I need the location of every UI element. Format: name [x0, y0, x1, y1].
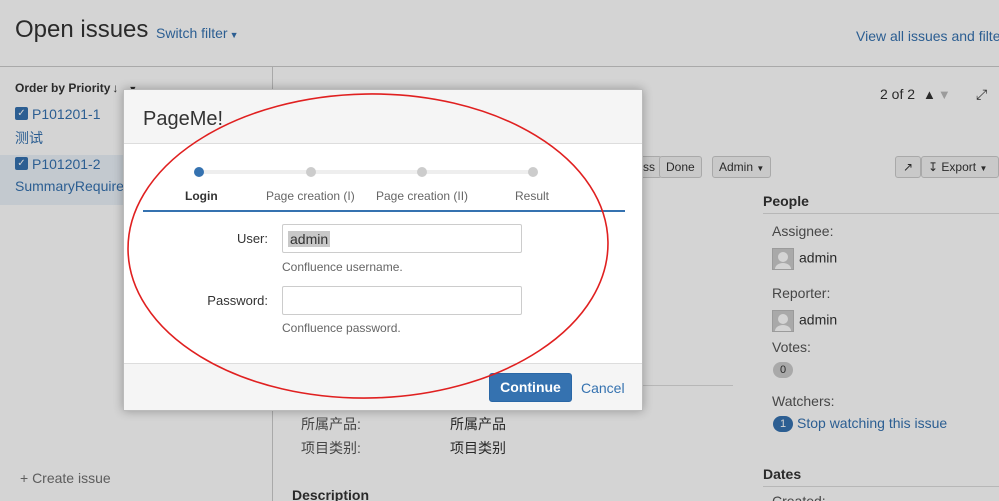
user-input[interactable]: admin — [282, 224, 522, 253]
continue-button[interactable]: Continue — [489, 373, 572, 402]
step-dot-page-creation-2 — [417, 167, 427, 177]
step-dot-page-creation-1 — [306, 167, 316, 177]
step-dot-result — [528, 167, 538, 177]
dialog-title: PageMe! — [143, 108, 224, 130]
step-dot-login — [194, 167, 204, 177]
password-input[interactable] — [282, 286, 522, 315]
step-label-result: Result — [515, 189, 550, 203]
dialog-footer: Continue Cancel — [124, 363, 642, 410]
user-label: User: — [236, 231, 268, 246]
step-label-page-creation-2: Page creation (II) — [376, 189, 469, 203]
user-input-value: admin — [288, 231, 331, 247]
user-description: Confluence username. — [282, 260, 403, 274]
step-label-login: Login — [185, 189, 218, 203]
cancel-link[interactable]: Cancel — [581, 380, 625, 396]
dialog-header: PageMe! — [124, 90, 642, 144]
pageme-dialog: PageMe! Login Page creation (I) Page cre… — [123, 89, 643, 411]
step-label-page-creation-1: Page creation (I) — [266, 189, 355, 203]
password-description: Confluence password. — [282, 321, 401, 335]
step-divider — [143, 210, 625, 212]
progress-track — [199, 170, 534, 174]
password-label: Password: — [207, 293, 268, 308]
